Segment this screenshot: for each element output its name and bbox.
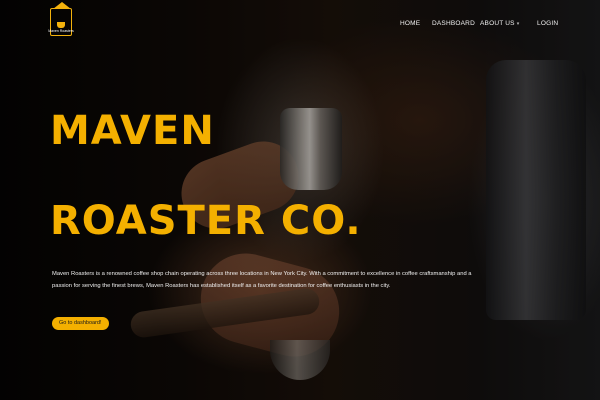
logo-text: Maven Roasters: [48, 29, 74, 33]
go-to-dashboard-button[interactable]: Go to dashboard!: [52, 317, 109, 330]
brand-logo[interactable]: Maven Roasters: [48, 2, 74, 36]
hero-title-line1: MAVEN: [50, 108, 215, 154]
hero-title-line2: ROASTER CO.: [50, 198, 362, 244]
nav-about-dropdown[interactable]: ABOUT US ▾: [480, 20, 519, 27]
nav-about-label: ABOUT US: [480, 20, 515, 27]
nav-dashboard-link[interactable]: DASHBOARD: [432, 20, 475, 27]
navbar: Maven Roasters HOME DASHBOARD ABOUT US ▾ …: [0, 0, 600, 48]
chevron-down-icon: ▾: [516, 21, 520, 27]
nav-home-link[interactable]: HOME: [400, 20, 420, 27]
coffee-cup-icon: [57, 22, 65, 28]
hero-description: Maven Roasters is a renowned coffee shop…: [52, 271, 472, 289]
house-icon: [53, 2, 71, 9]
nav-login-link[interactable]: LOGIN: [537, 20, 558, 27]
